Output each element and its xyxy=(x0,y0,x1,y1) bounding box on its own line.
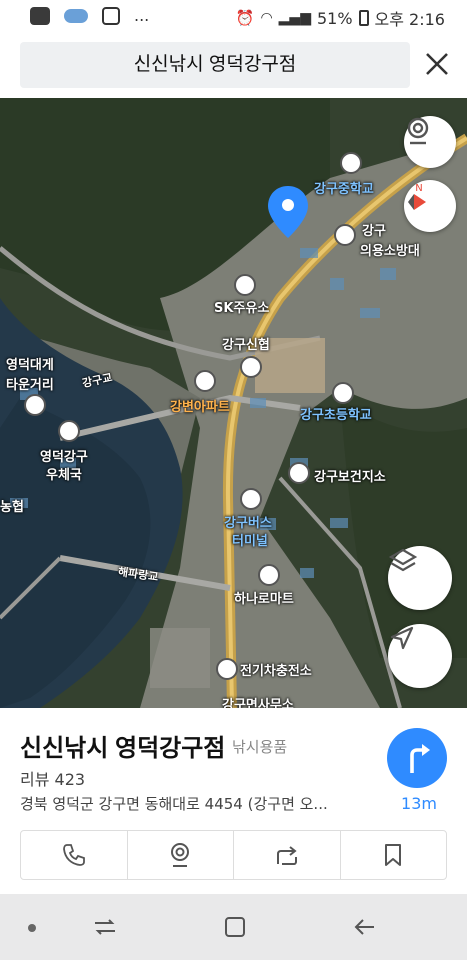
poi-label[interactable]: 하나로마트 xyxy=(234,588,294,607)
more-notifications: ... xyxy=(134,6,150,25)
poi-marker[interactable] xyxy=(332,382,354,404)
roadview-icon xyxy=(407,117,429,145)
poi-label[interactable]: 강변아파트 xyxy=(170,396,230,415)
poi-marker[interactable] xyxy=(240,356,262,378)
bookmark-icon xyxy=(385,844,402,866)
poi-label[interactable]: 강구신협 xyxy=(222,334,270,353)
compass-north: N xyxy=(415,183,422,194)
action-bar xyxy=(20,830,447,880)
layers-icon xyxy=(388,548,418,572)
nav-dot-icon xyxy=(28,924,36,932)
layers-button[interactable] xyxy=(388,546,452,610)
distance-label: 13m xyxy=(401,794,437,813)
poi-label[interactable]: 우체국 xyxy=(46,464,82,483)
poi-label[interactable]: 강구중학교 xyxy=(314,178,374,197)
poi-marker[interactable] xyxy=(334,224,356,246)
place-category: 낚시용품 xyxy=(232,738,288,756)
cloud-notification-icon xyxy=(64,8,88,23)
poi-marker[interactable] xyxy=(24,394,46,416)
poi-label[interactable]: 강구 xyxy=(362,220,386,239)
poi-label[interactable]: 강구보건지소 xyxy=(314,466,386,485)
place-title[interactable]: 신신낚시 영덕강구점 xyxy=(20,728,225,763)
roadview-action-button[interactable] xyxy=(128,831,234,879)
poi-marker[interactable] xyxy=(258,564,280,586)
poi-marker[interactable] xyxy=(194,370,216,392)
share-icon xyxy=(276,846,297,865)
place-info-sheet[interactable]: 신신낚시 영덕강구점 낚시용품 리뷰 423 경북 영덕군 강구면 동해대로 4… xyxy=(0,708,467,894)
signal-icon: ▂▄▆ xyxy=(278,10,311,26)
close-icon xyxy=(426,53,448,75)
poi-label[interactable]: 강구버스 xyxy=(224,512,272,531)
poi-marker[interactable] xyxy=(58,420,80,442)
poi-label[interactable]: 농협 xyxy=(0,496,24,515)
poi-label[interactable]: SK주유소 xyxy=(214,297,269,316)
poi-label[interactable]: 강구면사무소 xyxy=(222,694,294,708)
app-notification-icon xyxy=(30,6,50,25)
close-button[interactable] xyxy=(419,46,455,82)
clock: 오후 2:16 xyxy=(374,10,445,29)
share-button[interactable] xyxy=(234,831,341,879)
poi-label[interactable]: 의용소방대 xyxy=(360,240,420,259)
poi-marker[interactable] xyxy=(240,488,262,510)
poi-label[interactable]: 강구초등학교 xyxy=(300,404,372,423)
alert-notification-icon xyxy=(102,6,120,25)
poi-marker[interactable] xyxy=(288,462,310,484)
battery-level: 51% xyxy=(316,8,353,28)
poi-marker[interactable] xyxy=(340,152,362,174)
search-input[interactable]: 신신낚시 영덕강구점 xyxy=(20,42,410,88)
compass-button[interactable]: N xyxy=(404,180,456,232)
wifi-icon: ◠ xyxy=(260,10,273,26)
poi-marker[interactable] xyxy=(216,658,238,680)
bookmark-button[interactable] xyxy=(341,831,447,879)
satellite-map[interactable]: 강구중학교 강구 의용소방대 SK주유소 강구신협 영덕대게 타운거리 강변아파… xyxy=(0,98,467,708)
place-address[interactable]: 경북 영덕군 강구면 동해대로 4454 (강구면 오... xyxy=(20,793,365,814)
system-nav-bar xyxy=(0,894,467,960)
directions-icon xyxy=(410,744,430,773)
search-header: 신신낚시 영덕강구점 xyxy=(0,34,467,98)
status-bar: ... ⏰ ◠ ▂▄▆ 51% 오후 2:16 xyxy=(0,0,467,34)
review-count[interactable]: 리뷰 423 xyxy=(20,766,85,790)
back-button[interactable] xyxy=(352,914,378,940)
recent-apps-button[interactable] xyxy=(92,914,118,940)
poi-label[interactable]: 타운거리 xyxy=(6,374,54,393)
current-location-button[interactable] xyxy=(388,624,452,688)
alarm-icon: ⏰ xyxy=(235,9,255,27)
directions-button[interactable] xyxy=(387,728,447,788)
phone-icon xyxy=(62,844,85,866)
location-arrow-icon xyxy=(390,626,414,650)
poi-marker[interactable] xyxy=(234,274,256,296)
poi-label[interactable]: 영덕대게 xyxy=(6,354,54,373)
map-imagery xyxy=(0,98,467,708)
compass-icon: N xyxy=(408,183,426,210)
call-button[interactable] xyxy=(21,831,128,879)
battery-icon xyxy=(358,10,369,26)
roadview-button[interactable] xyxy=(404,116,456,168)
poi-label[interactable]: 영덕강구 xyxy=(40,446,88,465)
home-button[interactable] xyxy=(222,914,248,940)
poi-label[interactable]: 전기차충전소 xyxy=(240,660,312,679)
roadview-icon xyxy=(171,843,190,867)
poi-label[interactable]: 터미널 xyxy=(232,530,268,549)
